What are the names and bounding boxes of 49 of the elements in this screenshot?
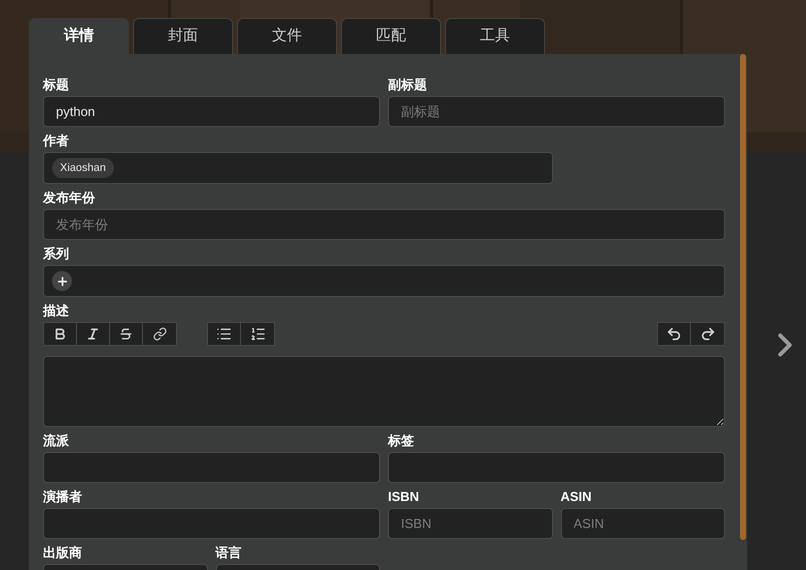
input-field[interactable]: python <box>43 96 380 127</box>
input-field[interactable] <box>43 265 725 297</box>
field-label: 发布年份 <box>43 190 96 206</box>
input-field[interactable]: Xiaoshan <box>43 152 552 184</box>
input-field[interactable]: 发布年份 <box>43 209 725 240</box>
strikethrough-button[interactable] <box>110 323 143 345</box>
bold-icon <box>53 327 67 341</box>
field-label: ISBN <box>388 489 420 505</box>
input-field[interactable] <box>43 452 380 483</box>
italic-icon <box>86 327 100 341</box>
input-field[interactable]: ASIN <box>560 508 725 539</box>
bullet-list-icon <box>216 326 232 342</box>
field-label: 流派 <box>43 433 70 449</box>
undo-button[interactable] <box>658 323 691 345</box>
field-label: 语言 <box>216 545 242 561</box>
input-field[interactable]: 副标题 <box>388 96 725 127</box>
field-label: 描述 <box>43 303 70 319</box>
tab[interactable]: 详情 <box>29 18 129 54</box>
italic-button[interactable] <box>77 323 110 345</box>
author-chip[interactable]: Xiaoshan <box>52 158 114 178</box>
field-label: 标题 <box>43 77 70 93</box>
tab[interactable]: 文件 <box>237 18 337 54</box>
tab[interactable]: 匹配 <box>341 18 441 54</box>
bold-button[interactable] <box>44 323 77 345</box>
redo-button[interactable] <box>691 323 724 345</box>
field-label: 副标题 <box>388 77 428 93</box>
link-button[interactable] <box>143 323 176 345</box>
field-label: ASIN <box>560 489 593 505</box>
link-icon <box>152 327 166 341</box>
undo-icon <box>666 326 682 342</box>
input-field[interactable] <box>43 508 380 539</box>
tab[interactable]: 工具 <box>445 18 545 54</box>
add-button[interactable] <box>52 271 72 291</box>
redo-icon <box>700 326 716 342</box>
scrollbar-thumb[interactable] <box>740 54 746 540</box>
input-field[interactable]: ISBN <box>388 508 552 539</box>
strikethrough-icon <box>119 327 133 341</box>
field-label: 系列 <box>43 246 70 262</box>
input-field[interactable] <box>388 452 725 483</box>
bullet-list-button[interactable] <box>208 323 241 345</box>
numbered-list-button[interactable] <box>241 323 274 345</box>
field-label: 演播者 <box>43 489 83 505</box>
field-label: 作者 <box>43 133 70 149</box>
plus-icon <box>56 274 68 288</box>
description-field[interactable] <box>43 356 725 427</box>
field-label: 标签 <box>388 433 415 449</box>
numbered-list-icon <box>250 326 266 342</box>
field-label: 出版商 <box>43 545 83 561</box>
tab[interactable]: 封面 <box>133 18 233 54</box>
